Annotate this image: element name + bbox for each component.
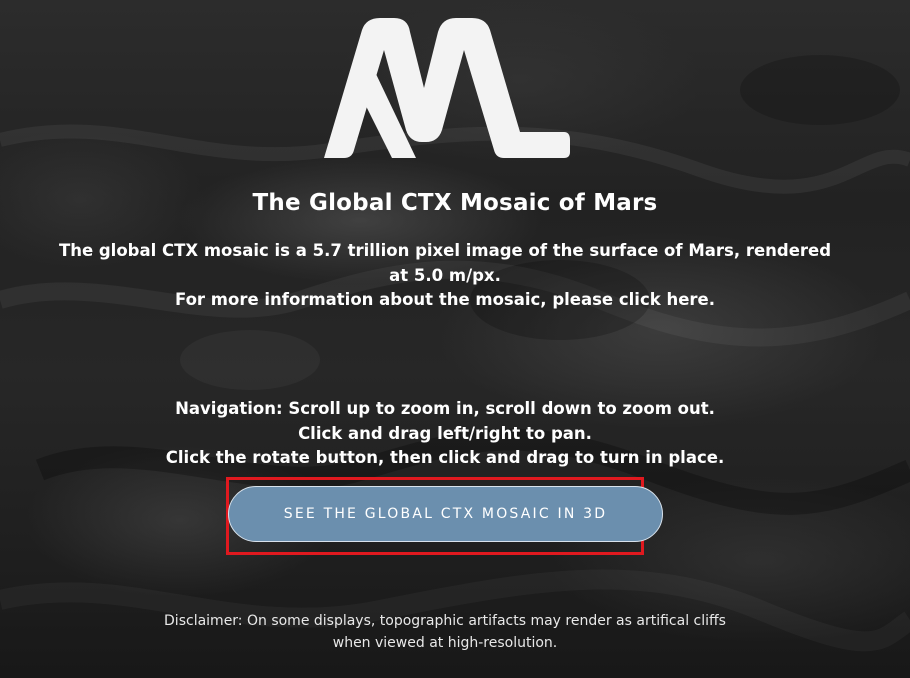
description-line: The global CTX mosaic is a 5.7 trillion … (58, 241, 832, 260)
navigation-instructions: Navigation: Scroll up to zoom in, scroll… (45, 397, 845, 471)
description-line: at 5.0 m/px. (389, 265, 501, 285)
navigation-line: Navigation: Scroll up to zoom in, scroll… (175, 399, 715, 418)
navigation-line: Click the rotate button, then click and … (165, 448, 725, 467)
more-info-link[interactable]: For more information about the mosaic, p… (45, 288, 845, 313)
ml-logo (324, 18, 570, 158)
navigation-line: Click and drag left/right to pan. (298, 423, 592, 443)
disclaimer: Disclaimer: On some displays, topographi… (105, 610, 785, 654)
mosaic-description: The global CTX mosaic is a 5.7 trillion … (45, 239, 845, 313)
see-3d-mosaic-button[interactable]: SEE THE GLOBAL CTX MOSAIC IN 3D (228, 486, 663, 542)
disclaimer-line: when viewed at high-resolution. (332, 635, 558, 651)
page-title: The Global CTX Mosaic of Mars (252, 190, 658, 216)
disclaimer-line: Disclaimer: On some displays, topographi… (164, 613, 726, 629)
